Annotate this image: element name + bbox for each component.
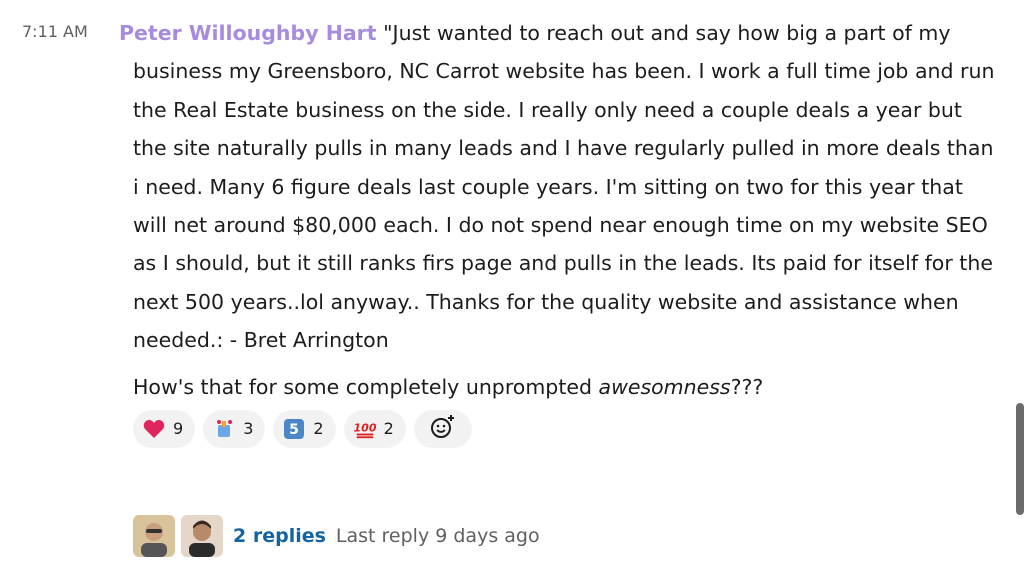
reaction-five[interactable]: 5 2 bbox=[273, 409, 336, 448]
message-text: Peter Willoughby Hart "Just wanted to re… bbox=[119, 14, 998, 360]
reactions-bar: 9 3 5 2 100 2 bbox=[133, 409, 998, 450]
svg-text:5: 5 bbox=[290, 422, 300, 438]
svg-text:100: 100 bbox=[354, 421, 376, 434]
reaction-heart[interactable]: 9 bbox=[133, 409, 196, 448]
message-timestamp[interactable]: 7:11 AM bbox=[22, 20, 88, 44]
followup-suffix: ??? bbox=[730, 374, 764, 399]
last-reply-text: Last reply 9 days ago bbox=[335, 525, 540, 547]
thread-summary[interactable]: 2 replies Last reply 9 days ago bbox=[133, 515, 540, 557]
add-reaction-button[interactable] bbox=[413, 409, 472, 448]
reaction-count: 9 bbox=[173, 419, 184, 439]
followup-text: How's that for some completely unprompte… bbox=[133, 372, 998, 402]
replies-link[interactable]: 2 replies bbox=[233, 525, 326, 547]
message-content: Peter Willoughby Hart "Just wanted to re… bbox=[119, 14, 998, 450]
celebrate-icon bbox=[213, 418, 235, 440]
reaction-hundred[interactable]: 100 2 bbox=[343, 409, 406, 448]
hundred-points-icon: 100 bbox=[354, 418, 376, 440]
scrollbar[interactable] bbox=[1016, 403, 1024, 515]
followup-prefix: How's that for some completely unprompte… bbox=[133, 374, 599, 399]
message: 7:11 AM Peter Willoughby Hart "Just want… bbox=[0, 0, 1024, 564]
heart-icon bbox=[143, 418, 165, 440]
avatar bbox=[181, 515, 223, 557]
add-reaction-icon bbox=[429, 413, 457, 445]
message-body: "Just wanted to reach out and say how bi… bbox=[133, 21, 995, 353]
reaction-count: 3 bbox=[243, 419, 254, 439]
reaction-count: 2 bbox=[383, 419, 394, 439]
keycap-5-icon: 5 bbox=[283, 418, 305, 440]
reaction-celebrate[interactable]: 3 bbox=[203, 409, 266, 448]
followup-emphasis: awesomness bbox=[598, 374, 731, 399]
avatar bbox=[133, 515, 175, 557]
sender-name[interactable]: Peter Willoughby Hart bbox=[119, 21, 377, 45]
reaction-count: 2 bbox=[313, 419, 324, 439]
